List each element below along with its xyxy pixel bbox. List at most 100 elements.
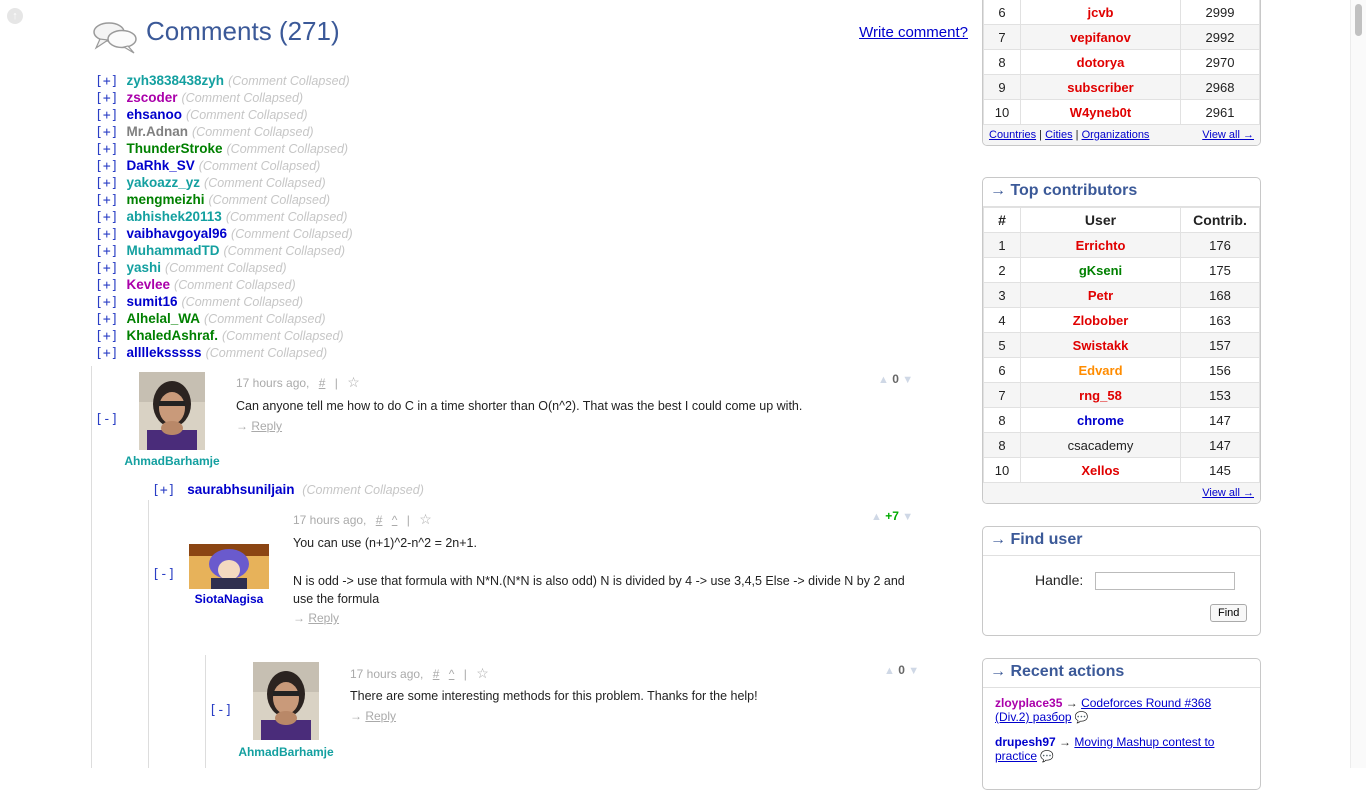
comment-author[interactable]: AhmadBarhamje — [122, 454, 222, 468]
user-link[interactable]: Swistakk — [1020, 332, 1181, 358]
reply-link[interactable]: → Reply — [350, 709, 396, 723]
user-link[interactable]: Errichto — [1020, 232, 1181, 258]
collapsed-note: (Comment Collapsed) — [228, 74, 350, 88]
expand-toggle[interactable]: [+] — [95, 295, 118, 310]
vote-up-icon[interactable]: ▲ — [878, 374, 889, 386]
collapsed-comment: [+] Kevlee (Comment Collapsed) — [95, 276, 353, 293]
comment-author[interactable]: yashi — [126, 260, 161, 275]
expand-toggle[interactable]: [+] — [95, 244, 118, 259]
vote-up-icon[interactable]: ▲ — [871, 511, 882, 523]
expand-toggle[interactable]: [+] — [95, 91, 118, 106]
comment-text: There are some interesting methods for t… — [350, 689, 758, 703]
user-link[interactable]: dotorya — [1020, 49, 1181, 75]
user-link[interactable]: Petr — [1020, 282, 1181, 308]
comment-author[interactable]: ehsanoo — [126, 107, 182, 122]
expand-toggle[interactable]: [+] — [95, 210, 118, 225]
expand-toggle[interactable]: [+] — [95, 159, 118, 174]
expand-toggle[interactable]: [-] — [95, 412, 118, 427]
comment-author[interactable]: Mr.Adnan — [126, 124, 188, 139]
top-contributors-panel: → Top contributors # User Contrib. 1 Erricht… — [982, 177, 1261, 504]
expand-toggle[interactable]: [-] — [152, 567, 175, 582]
handle-input[interactable] — [1095, 572, 1235, 590]
expand-toggle[interactable]: [+] — [95, 125, 118, 140]
collapsed-comment: [+] ehsanoo (Comment Collapsed) — [95, 106, 353, 123]
collapsed-comments-list: [+] zyh3838438zyh (Comment Collapsed) [+] zs… — [95, 72, 353, 361]
comment-author[interactable]: Alhelal_WA — [126, 311, 200, 326]
countries-link[interactable]: Countries — [989, 129, 1036, 141]
permalink-link[interactable]: # — [319, 376, 326, 390]
comment-author[interactable]: KhaledAshraf. — [126, 328, 218, 343]
favorite-star-icon[interactable]: ☆ — [419, 511, 432, 527]
expand-toggle[interactable]: [+] — [95, 278, 118, 293]
comment-author[interactable]: yakoazz_yz — [126, 175, 200, 190]
find-button[interactable]: Find — [1210, 604, 1248, 622]
user-link[interactable]: jcvb — [1020, 0, 1181, 25]
favorite-star-icon[interactable]: ☆ — [347, 374, 360, 390]
expand-toggle[interactable]: [+] — [95, 176, 118, 191]
user-link[interactable]: Xellos — [1020, 457, 1181, 483]
user-link[interactable]: csacademy — [1020, 432, 1181, 458]
organizations-link[interactable]: Organizations — [1082, 129, 1150, 141]
user-link[interactable]: W4yneb0t — [1020, 99, 1181, 125]
comment-author[interactable]: mengmeizhi — [126, 192, 204, 207]
expand-toggle[interactable]: [+] — [95, 108, 118, 123]
parent-link[interactable]: ^ — [449, 667, 455, 681]
reply-link[interactable]: → Reply — [236, 419, 282, 433]
rank-cell: 1 — [983, 232, 1021, 258]
expand-toggle[interactable]: [+] — [95, 227, 118, 242]
expand-toggle[interactable]: [+] — [95, 193, 118, 208]
recent-action-item: drupesh97 → Moving Mashup contest to pra… — [995, 735, 1248, 764]
favorite-star-icon[interactable]: ☆ — [476, 665, 489, 681]
comment-author[interactable]: ThunderStroke — [126, 141, 222, 156]
rating-panel: 6 jcvb 2999 7 vepifanov 2992 8 dotorya 2970 9 subs… — [982, 0, 1261, 146]
expand-toggle[interactable]: [+] — [95, 312, 118, 327]
reply-link[interactable]: → Reply — [293, 611, 339, 625]
cities-link[interactable]: Cities — [1045, 129, 1073, 141]
user-link[interactable]: gKseni — [1020, 257, 1181, 283]
recent-user[interactable]: drupesh97 — [995, 735, 1056, 749]
permalink-link[interactable]: # — [376, 513, 383, 527]
user-link[interactable]: Edvard — [1020, 357, 1181, 383]
comment-author[interactable]: saurabhsuniljain — [187, 482, 294, 497]
write-comment-link[interactable]: Write comment? — [859, 24, 968, 41]
comment-author[interactable]: SiotaNagisa — [179, 592, 279, 606]
user-link[interactable]: chrome — [1020, 407, 1181, 433]
view-all-rating-link[interactable]: View all → — [1202, 125, 1254, 145]
comment-author[interactable]: Kevlee — [126, 277, 170, 292]
expand-toggle[interactable]: [-] — [209, 703, 232, 718]
comments-title: Comments (271) — [146, 16, 340, 46]
expand-toggle[interactable]: [+] — [95, 142, 118, 157]
comment-author[interactable]: vaibhavgoyal96 — [126, 226, 227, 241]
user-link[interactable]: subscriber — [1020, 74, 1181, 100]
expand-toggle[interactable]: [+] — [95, 74, 118, 89]
comment-author[interactable]: MuhammadTD — [126, 243, 219, 258]
expand-toggle[interactable]: [+] — [152, 483, 175, 498]
comment-author[interactable]: zscoder — [126, 90, 177, 105]
recent-user[interactable]: zloyplace35 — [995, 696, 1062, 710]
collapsed-note: (Comment Collapsed) — [222, 329, 344, 343]
scrollbar-thumb[interactable] — [1355, 4, 1362, 36]
user-link[interactable]: rng_58 — [1020, 382, 1181, 408]
scrollbar[interactable] — [1350, 0, 1366, 768]
parent-link[interactable]: ^ — [392, 513, 398, 527]
comment-author[interactable]: DaRhk_SV — [126, 158, 194, 173]
expand-toggle[interactable]: [+] — [95, 329, 118, 344]
expand-toggle[interactable]: [+] — [95, 261, 118, 276]
comment-author[interactable]: abhishek20113 — [126, 209, 221, 224]
vote-down-icon[interactable]: ▼ — [908, 665, 919, 677]
comment-author[interactable]: zyh3838438zyh — [126, 73, 224, 88]
contributors-header-row: # User Contrib. — [983, 207, 1260, 233]
vote-down-icon[interactable]: ▼ — [902, 511, 913, 523]
comment-author[interactable]: AhmadBarhamje — [236, 745, 336, 759]
expand-toggle[interactable]: [+] — [95, 346, 118, 361]
view-all-contributors-link[interactable]: View all → — [1202, 487, 1254, 499]
vote-up-icon[interactable]: ▲ — [884, 665, 895, 677]
comment-author[interactable]: sumit16 — [126, 294, 177, 309]
vote-down-icon[interactable]: ▼ — [902, 374, 913, 386]
comment-author[interactable]: alllleksssss — [126, 345, 201, 360]
user-link[interactable]: vepifanov — [1020, 24, 1181, 50]
user-link[interactable]: Zlobober — [1020, 307, 1181, 333]
panel-title: → Recent actions — [983, 659, 1260, 688]
permalink-link[interactable]: # — [433, 667, 440, 681]
comment-bubble-icon: 💬 — [1040, 751, 1055, 763]
